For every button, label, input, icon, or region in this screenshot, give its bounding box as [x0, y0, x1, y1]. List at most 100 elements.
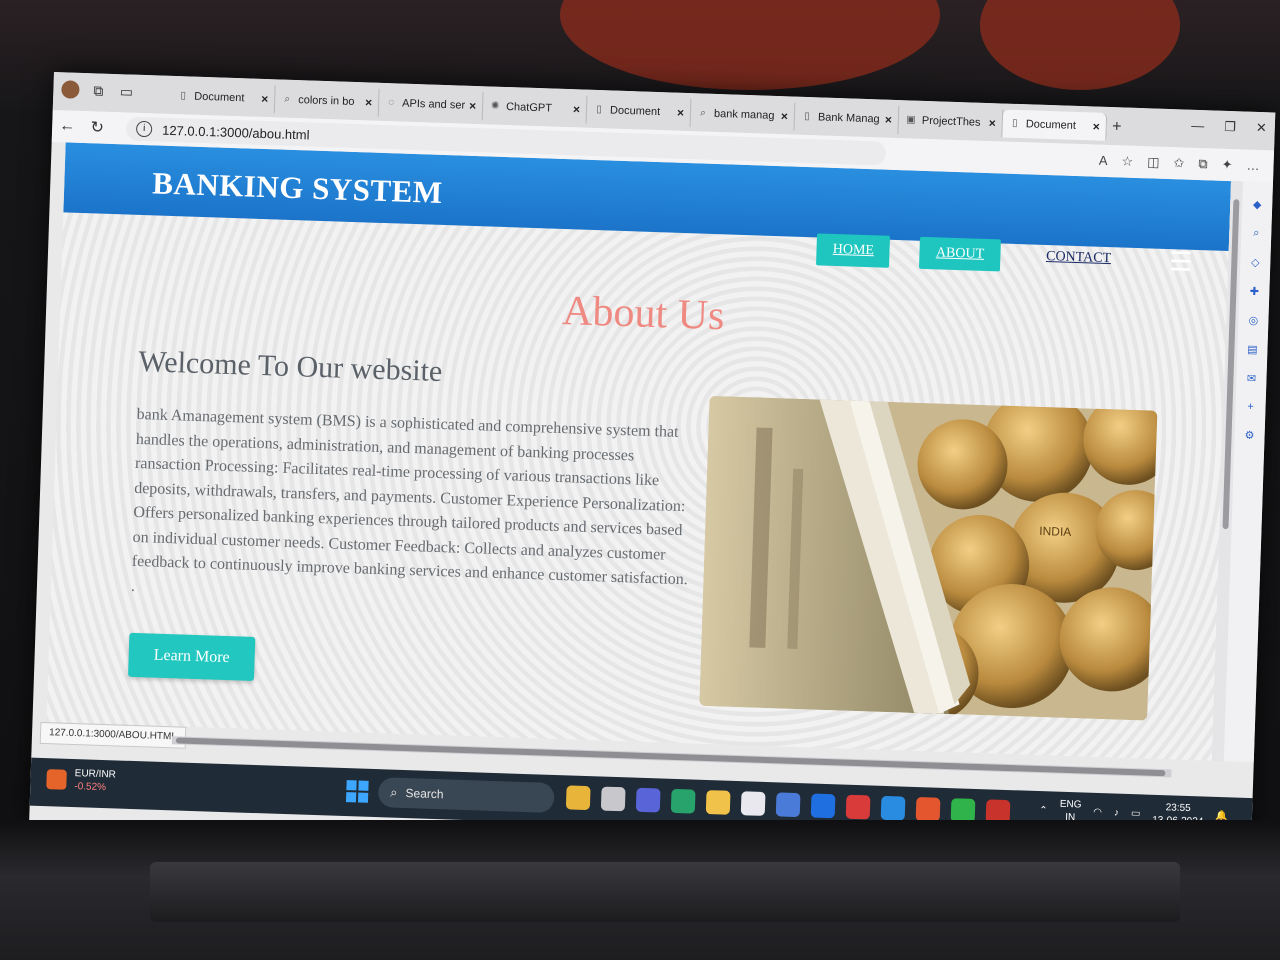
site-info-icon[interactable]: i — [135, 120, 153, 138]
tray-expand-icon[interactable]: ⌃ — [1039, 805, 1048, 816]
task-view-icon[interactable] — [600, 786, 626, 812]
close-tab-icon[interactable]: × — [261, 92, 268, 106]
browser-tab[interactable]: ✺ ChatGPT × — [482, 92, 588, 124]
welcome-heading: Welcome To Our website — [137, 344, 443, 389]
new-tab-icon[interactable]: + — [1106, 113, 1127, 142]
store-icon[interactable] — [775, 792, 801, 818]
close-tab-icon[interactable]: × — [677, 106, 684, 120]
currency-change: -0.52% — [74, 781, 107, 794]
meet-icon[interactable] — [635, 787, 661, 813]
tab-label: colors in bo — [298, 94, 355, 108]
battery-icon[interactable]: ▭ — [1131, 808, 1141, 819]
document-icon: ▯ — [180, 90, 187, 102]
browser-tab[interactable]: ◌ APIs and ser × — [378, 88, 484, 121]
close-tab-icon[interactable]: × — [885, 113, 892, 127]
volume-icon[interactable]: ♪ — [1114, 807, 1119, 818]
pdf-icon: ▣ — [905, 114, 916, 126]
search-icon: ⌕ — [700, 107, 706, 119]
browser-tab[interactable]: ⌕ colors in bo × — [274, 85, 380, 117]
edge-browser-icon[interactable] — [670, 788, 696, 814]
tab-label: Document — [609, 104, 661, 119]
refresh-icon[interactable]: ↻ — [82, 117, 113, 138]
url-text: 127.0.0.1:3000/abou.html — [161, 122, 310, 143]
office-icon[interactable]: ▤ — [1247, 343, 1258, 356]
hamburger-menu-icon[interactable]: ☰ — [1169, 246, 1193, 277]
tab-actions-icon[interactable]: ▭ — [117, 82, 136, 101]
extensions-icon[interactable]: ✦ — [1221, 157, 1232, 173]
workspaces-icon[interactable]: ⧉ — [89, 81, 108, 100]
chatgpt-icon: ✺ — [490, 100, 500, 112]
profile-avatar-icon[interactable] — [61, 80, 80, 99]
copilot-icon[interactable]: ◆ — [1253, 198, 1262, 211]
intro-paragraph: bank Amanagement system (BMS) is a sophi… — [130, 405, 689, 595]
restore-icon[interactable]: ❐ — [1224, 119, 1236, 135]
tab-label: ProjectThes — [921, 114, 981, 129]
browser-tab[interactable]: ⌕ bank manag × — [690, 99, 796, 131]
shopping-icon[interactable]: ◇ — [1251, 256, 1260, 269]
nav-contact-link[interactable]: CONTACT — [1030, 240, 1128, 275]
website-viewport: BANKING SYSTEM HOME ABOUT CONTACT ☰ Abou… — [46, 142, 1232, 761]
browser-tab[interactable]: ▯ Bank Manag × — [794, 102, 900, 135]
taskbar-search-label: Search — [405, 786, 444, 802]
tab-label: Document — [1025, 118, 1077, 132]
tab-label: APIs and ser — [401, 97, 466, 112]
split-screen-icon[interactable]: ◫ — [1147, 154, 1160, 170]
close-window-icon[interactable]: ✕ — [1256, 120, 1267, 136]
wifi-icon[interactable]: ◠ — [1093, 806, 1102, 817]
xampp-icon[interactable] — [915, 796, 941, 822]
document-icon: ▯ — [596, 104, 602, 116]
notepad-icon[interactable] — [740, 791, 766, 816]
currency-pair: EUR/INR — [74, 768, 117, 781]
close-tab-icon[interactable]: × — [573, 102, 580, 116]
nav-about-button[interactable]: ABOUT — [919, 236, 1001, 272]
currency-widget[interactable]: EUR/INR -0.52% — [46, 766, 116, 794]
sidebar-settings-icon[interactable]: ⚙ — [1244, 429, 1254, 442]
browser-left-controls: ⧉ ▭ — [61, 80, 136, 100]
close-tab-icon[interactable]: × — [989, 116, 996, 130]
file-explorer-icon[interactable] — [565, 785, 591, 811]
nav-home-button[interactable]: HOME — [816, 233, 891, 268]
vscode-icon[interactable] — [880, 795, 906, 821]
tab-label: bank manag — [713, 107, 775, 122]
api-icon: ◌ — [388, 97, 395, 109]
chart-widget-icon — [46, 769, 67, 790]
browser-tab[interactable]: ▯ Document × — [1002, 109, 1108, 141]
tab-label: ChatGPT — [505, 101, 553, 115]
favorite-star-icon[interactable]: ☆ — [1121, 153, 1133, 169]
document-icon: ▯ — [1011, 117, 1018, 129]
close-tab-icon[interactable]: × — [365, 95, 372, 109]
about-title: About Us — [561, 287, 726, 340]
add-sidebar-app-icon[interactable]: + — [1247, 401, 1254, 413]
browser-tab[interactable]: ▯ Document × — [586, 95, 692, 128]
outlook-icon[interactable]: ✉ — [1247, 372, 1257, 385]
games-icon[interactable]: ◎ — [1248, 314, 1258, 327]
browser-tab[interactable]: ▣ ProjectThes × — [898, 106, 1004, 138]
wps-office-icon[interactable] — [845, 794, 871, 820]
collections-icon[interactable]: ⧉ — [1198, 156, 1208, 172]
learn-more-button[interactable]: Learn More — [127, 632, 256, 681]
browser-tab[interactable]: ▯ Document × — [170, 81, 276, 114]
read-aloud-icon[interactable]: A — [1099, 153, 1108, 169]
close-tab-icon[interactable]: × — [1093, 119, 1100, 133]
close-tab-icon[interactable]: × — [469, 99, 476, 113]
search-icon[interactable]: ⌕ — [1253, 227, 1260, 240]
close-tab-icon[interactable]: × — [781, 109, 788, 123]
windows-start-icon[interactable] — [345, 780, 369, 803]
search-icon: ⌕ — [284, 93, 291, 105]
taskbar-search[interactable]: ⌕ Search — [377, 777, 555, 813]
minimize-icon[interactable]: — — [1191, 118, 1204, 134]
back-arrow-icon[interactable]: ← — [52, 117, 83, 136]
tools-icon[interactable]: ✚ — [1250, 285, 1260, 298]
tab-label: Bank Manag — [817, 111, 880, 126]
laptop-screen: ⧉ ▭ ▯ Document × ⌕ colors in bo × ◌ APIs and se… — [29, 72, 1276, 865]
money-image: INDIA — [699, 395, 1158, 721]
more-menu-icon[interactable]: … — [1246, 158, 1259, 174]
link-status-url: 127.0.0.1:3000/ABOU.HTML — [39, 721, 187, 749]
address-tools: A ☆ ◫ ✩ ⧉ ✦ … — [1099, 153, 1260, 174]
site-brand: BANKING SYSTEM — [151, 165, 444, 210]
dropbox-icon[interactable] — [810, 793, 836, 819]
document-icon: ▯ — [803, 110, 810, 123]
search-icon: ⌕ — [390, 784, 398, 800]
favorites-icon[interactable]: ✩ — [1173, 155, 1184, 171]
folder-icon[interactable] — [705, 790, 731, 815]
